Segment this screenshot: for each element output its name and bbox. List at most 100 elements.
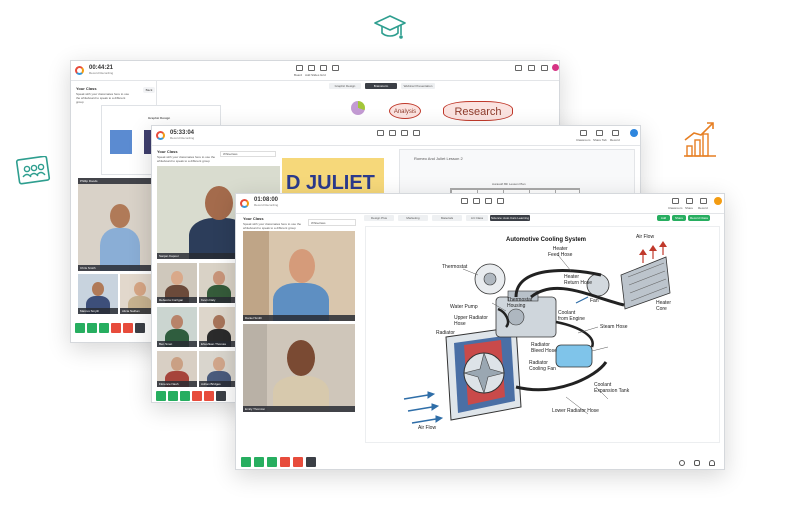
record-class-button[interactable]: Record Class [688, 215, 710, 221]
participant-name: Ben Smet [157, 341, 197, 347]
slide-title: Graphic Design [148, 116, 171, 120]
mic-button[interactable] [75, 323, 85, 333]
whiteclass-dropdown[interactable]: Whiteclass [220, 151, 276, 157]
middle-topbar: 05:33:04 Record Recording Classroom Share… [152, 126, 640, 146]
tab-materials[interactable]: Materials [432, 215, 462, 221]
cam-button[interactable] [87, 323, 97, 333]
face [213, 315, 225, 329]
label-radiator-fan: Radiator Cooling Fan [529, 360, 556, 372]
panel-subtitle: Speak with your classmates here to use t… [157, 155, 216, 163]
add-button[interactable]: Add [657, 215, 670, 221]
tab-marketing[interactable]: Marketing [398, 215, 428, 221]
board-icon[interactable] [461, 198, 468, 204]
participant-name: Florence Nash [157, 381, 197, 387]
slide-thumb-1 [110, 130, 132, 154]
more-button[interactable] [216, 391, 226, 401]
tab-science[interactable]: Science: Auto Cars Learning [490, 215, 530, 221]
app-logo-icon [240, 199, 249, 208]
help-icon[interactable] [679, 460, 685, 466]
toolbar-label-1: Share [685, 206, 694, 210]
add-slides-icon[interactable] [473, 198, 480, 204]
cam-button[interactable] [254, 457, 264, 467]
participant-tile[interactable]: Rebecca Corrigan [157, 263, 197, 303]
hand-button[interactable] [280, 457, 290, 467]
participant-tile[interactable]: Ehushkan Thomas [199, 307, 239, 347]
user-icon[interactable] [709, 460, 715, 466]
participant-tile[interactable]: Emily Thornton [243, 324, 355, 412]
toolbar-label-2: Record [698, 206, 708, 210]
exit-icon[interactable] [552, 64, 559, 71]
share-icon[interactable] [686, 198, 693, 204]
label-radiator-bleed: Radiator Bleed Hose [531, 342, 557, 354]
add-slides-icon[interactable] [389, 130, 396, 136]
toolbar-label-0: Board [294, 73, 303, 77]
exit-icon[interactable] [714, 197, 722, 205]
graduation-cap-icon [374, 15, 406, 39]
participant-tile[interactable]: Daniel Smith [243, 231, 355, 321]
tab-graphic-design[interactable]: Graphic Design [329, 83, 361, 89]
more-button[interactable] [135, 323, 145, 333]
participants-icon[interactable] [413, 130, 420, 136]
share-button[interactable] [180, 391, 190, 401]
more-button[interactable] [306, 457, 316, 467]
shelf [243, 324, 267, 412]
panel-title: Your Class [157, 149, 178, 154]
label-fan: Fan [590, 298, 599, 304]
board-button[interactable] [293, 457, 303, 467]
whiteclass-dropdown[interactable]: Whiteclass [308, 219, 356, 226]
participant-tile[interactable]: Adrian Bridges [199, 351, 239, 387]
board-button[interactable] [123, 323, 133, 333]
participant-tile[interactable]: Kevin Daly [199, 263, 239, 303]
grid-icon[interactable] [401, 130, 408, 136]
participant-name: Chris Smith [78, 265, 158, 271]
face [205, 186, 233, 220]
record-icon[interactable] [700, 198, 707, 204]
chat-icon[interactable] [694, 460, 700, 466]
label-water-pump: Water Pump [450, 304, 478, 310]
grid-icon[interactable] [485, 198, 492, 204]
board-icon[interactable] [377, 130, 384, 136]
participants-icon[interactable] [332, 65, 339, 71]
classroom-icon-small[interactable] [515, 65, 522, 71]
cam-button[interactable] [168, 391, 178, 401]
back-button[interactable]: Back [143, 87, 155, 93]
share-tab-icon[interactable] [596, 130, 603, 136]
board-button[interactable] [204, 391, 214, 401]
share-button[interactable] [99, 323, 109, 333]
label-thermostat-housing: Thermostat Housing [507, 297, 533, 309]
mic-button[interactable] [156, 391, 166, 401]
label-lower-radiator: Lower Radiator Hose [552, 408, 599, 414]
tab-design-plus[interactable]: Design Plus [364, 215, 394, 221]
grid-icon[interactable] [320, 65, 327, 71]
exit-icon[interactable] [630, 129, 638, 137]
classroom-icon [15, 156, 51, 185]
participant-tile[interactable]: Florence Nash [157, 351, 197, 387]
mic-button[interactable] [241, 457, 251, 467]
participant-tile[interactable]: Marcus Smyth [78, 274, 118, 314]
face [92, 282, 104, 296]
face [171, 315, 183, 329]
label-radiator: Radiator [436, 330, 455, 336]
participant-name: Marcus Smyth [78, 308, 118, 314]
classroom-icon-small[interactable] [672, 198, 679, 204]
participant-tile[interactable]: Phillip Doods Chris Smith [78, 178, 158, 271]
add-slides-icon[interactable] [308, 65, 315, 71]
settings-icon[interactable] [528, 65, 535, 71]
participant-name: Kevin Daly [199, 297, 239, 303]
label-steam-hose: Steam Hose [600, 324, 628, 330]
label-air-flow-bottom: Air Flow [418, 425, 437, 431]
participants-icon[interactable] [497, 198, 504, 204]
tab-brainstorm[interactable]: Brainstorm [365, 83, 397, 89]
share-button[interactable] [267, 457, 277, 467]
hand-button[interactable] [192, 391, 202, 401]
participant-tile[interactable]: Ben Smet [157, 307, 197, 347]
hand-button[interactable] [111, 323, 121, 333]
diagram-canvas[interactable]: Automotive Cooling System Thermostat Hea… [365, 226, 720, 443]
classroom-icon-small[interactable] [580, 130, 587, 136]
record-icon[interactable] [541, 65, 548, 71]
record-icon[interactable] [612, 130, 619, 136]
share-action-button[interactable]: Share [672, 215, 686, 221]
tab-webinar[interactable]: Webinar Presentation [401, 83, 435, 89]
board-icon[interactable] [296, 65, 303, 71]
tab-art-class[interactable]: Art Class [466, 215, 488, 221]
